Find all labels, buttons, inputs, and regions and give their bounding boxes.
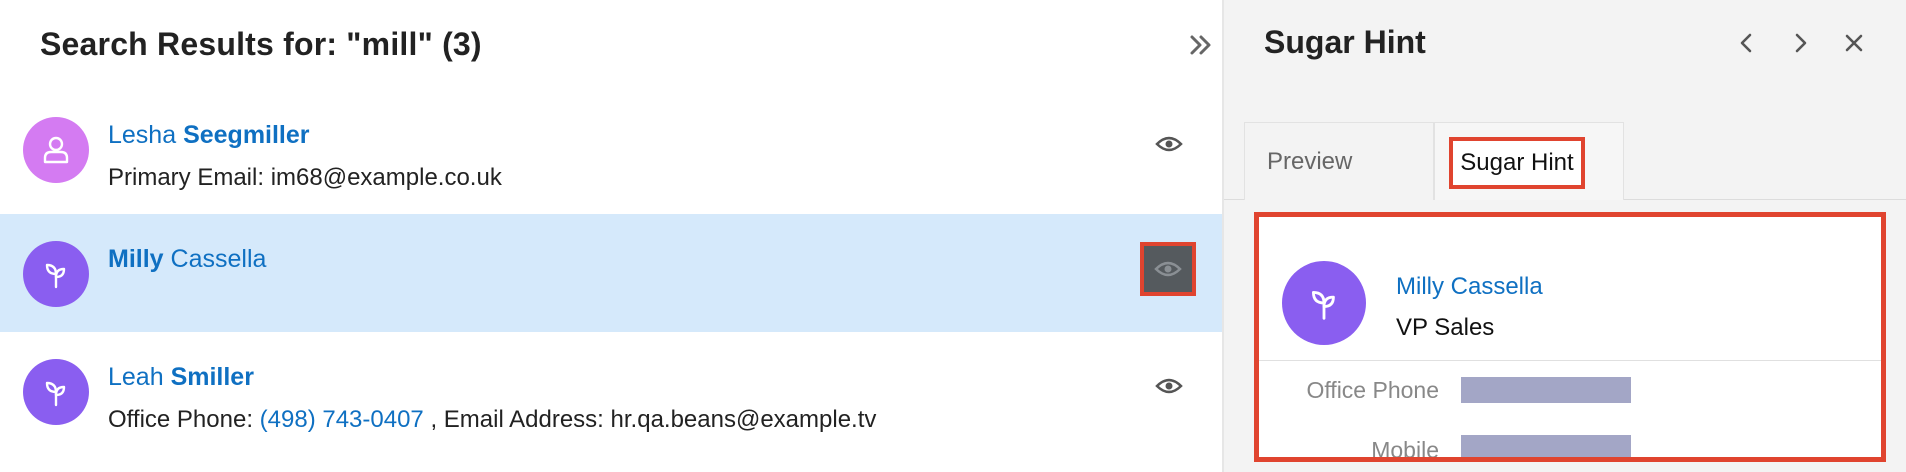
tab-label: Sugar Hint — [1449, 137, 1585, 189]
next-button[interactable] — [1785, 28, 1815, 58]
phone-link[interactable]: (498) 743-0407 — [260, 406, 424, 433]
mobile-value-redacted — [1461, 435, 1631, 457]
eye-icon — [1154, 261, 1182, 277]
result-row-milly-cassella[interactable]: Milly Cassella — [0, 214, 1222, 332]
contact-name-link[interactable]: Milly Cassella — [1396, 273, 1543, 301]
contact-job-title: VP Sales — [1396, 314, 1495, 341]
office-phone-label: Office Phone — [1306, 377, 1439, 403]
result-name[interactable]: Milly Cassella — [108, 245, 266, 274]
tab-preview[interactable]: Preview — [1244, 122, 1434, 200]
tab-sugar-hint[interactable]: Sugar Hint — [1434, 122, 1624, 200]
avatar — [1282, 261, 1366, 345]
avatar — [23, 359, 89, 425]
result-row-leah-smiller[interactable]: Leah Smiller Office Phone: (498) 743-040… — [0, 332, 1222, 472]
sprout-icon — [1312, 291, 1335, 320]
preview-button[interactable] — [1152, 374, 1186, 398]
close-icon — [1845, 34, 1863, 52]
previous-button[interactable] — [1732, 28, 1762, 58]
preview-button[interactable] — [1152, 132, 1186, 156]
result-name[interactable]: Leah Smiller — [108, 363, 254, 392]
result-row-lesha-seegmiller[interactable]: Lesha Seegmiller Primary Email: im68@exa… — [0, 90, 1222, 206]
eye-icon — [1155, 378, 1183, 394]
sprout-icon — [45, 381, 66, 407]
result-detail: Office Phone: (498) 743-0407 , Email Add… — [108, 406, 877, 433]
result-name[interactable]: Lesha Seegmiller — [108, 121, 310, 150]
tab-bar: Preview Sugar Hint — [1224, 122, 1906, 200]
result-detail: Primary Email: im68@example.co.uk — [108, 164, 502, 191]
sprout-icon — [45, 263, 66, 289]
sugar-hint-panel: Sugar Hint Preview Sugar Hint Milly Cass… — [1224, 0, 1906, 472]
panel-title: Sugar Hint — [1264, 24, 1426, 60]
hint-card: Milly Cassella VP Sales Office Phone Mob… — [1254, 212, 1886, 462]
search-results-panel: Search Results for: "mill" (3) Lesha See… — [0, 0, 1222, 472]
collapse-panel-button[interactable] — [1186, 28, 1216, 62]
preview-button-highlighted[interactable] — [1140, 242, 1196, 296]
eye-icon — [1155, 136, 1183, 152]
search-results-title: Search Results for: "mill" (3) — [40, 26, 482, 62]
mobile-label: Mobile — [1371, 437, 1439, 462]
person-icon — [43, 136, 69, 164]
avatar — [23, 241, 89, 307]
avatar — [23, 117, 89, 183]
office-phone-value-redacted — [1461, 377, 1631, 403]
chevron-right-icon — [1795, 33, 1807, 53]
close-button[interactable] — [1839, 28, 1869, 58]
double-chevron-right-icon — [1190, 35, 1211, 55]
divider — [1259, 360, 1881, 361]
chevron-left-icon — [1740, 33, 1752, 53]
